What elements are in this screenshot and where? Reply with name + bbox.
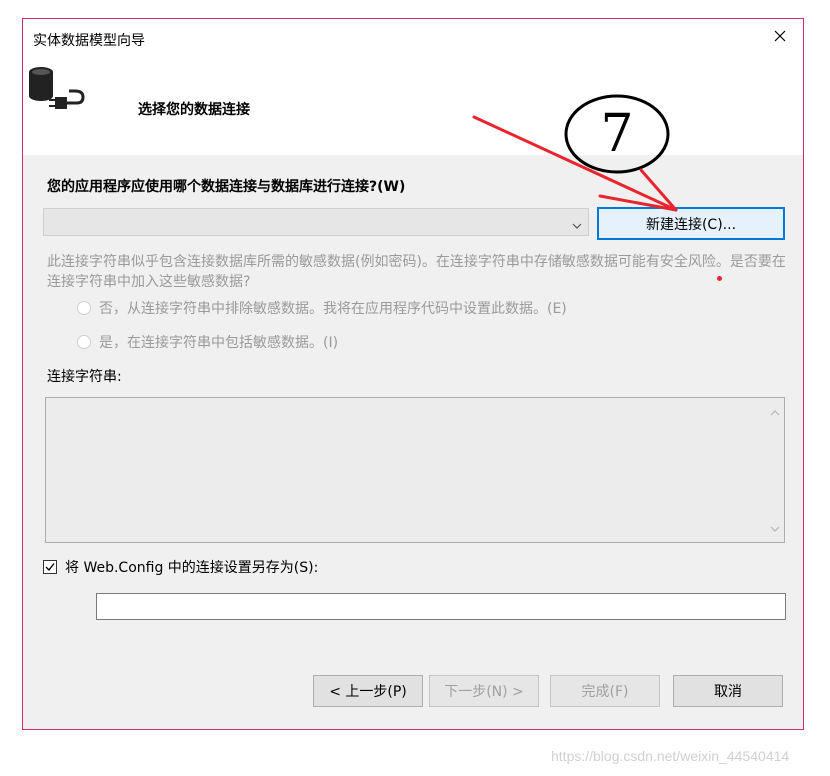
sensitive-data-warning: 此连接字符串似乎包含连接数据库所需的敏感数据(例如密码)。在连接字符串中存储敏感… <box>47 254 786 290</box>
close-button[interactable] <box>757 19 803 57</box>
exclude-sensitive-radio[interactable] <box>77 301 91 315</box>
connection-string-label: 连接字符串: <box>47 369 122 385</box>
annotation-step-circle: 7 <box>563 93 671 175</box>
config-name-input[interactable] <box>96 593 786 620</box>
connection-string-textarea[interactable] <box>45 397 785 543</box>
save-config-row[interactable]: 将 Web.Config 中的连接设置另存为(S): <box>43 557 318 577</box>
checkmark-icon <box>45 563 55 572</box>
finish-button[interactable]: 完成(F) <box>550 675 660 707</box>
connection-select[interactable] <box>43 208 589 236</box>
include-sensitive-label: 是，在连接字符串中包括敏感数据。(I) <box>99 335 339 351</box>
close-icon <box>774 30 786 46</box>
page-title: 选择您的数据连接 <box>138 102 250 118</box>
prev-button[interactable]: < 上一步(P) <box>313 675 423 707</box>
exclude-sensitive-option[interactable]: 否，从连接字符串中排除敏感数据。我将在应用程序代码中设置此数据。(E) <box>77 298 567 318</box>
cancel-button[interactable]: 取消 <box>673 675 783 707</box>
include-sensitive-radio[interactable] <box>77 335 91 349</box>
annotation-dot <box>717 276 722 281</box>
title-bar: 实体数据模型向导 <box>23 19 803 59</box>
next-button[interactable]: 下一步(N) > <box>429 675 539 707</box>
window-title: 实体数据模型向导 <box>33 33 145 49</box>
exclude-sensitive-label: 否，从连接字符串中排除敏感数据。我将在应用程序代码中设置此数据。(E) <box>99 301 567 317</box>
include-sensitive-option[interactable]: 是，在连接字符串中包括敏感数据。(I) <box>77 332 338 352</box>
database-plug-icon <box>25 63 91 117</box>
save-config-label: 将 Web.Config 中的连接设置另存为(S): <box>65 560 319 576</box>
annotation-number: 7 <box>600 104 633 164</box>
save-config-checkbox[interactable] <box>43 560 57 574</box>
scroll-up-icon[interactable] <box>770 404 780 420</box>
scroll-down-icon[interactable] <box>770 520 780 536</box>
new-connection-button[interactable]: 新建连接(C)... <box>597 207 785 240</box>
chevron-down-icon <box>572 217 582 233</box>
watermark: https://blog.csdn.net/weixin_44540414 <box>551 748 790 764</box>
connection-prompt: 您的应用程序应使用哪个数据连接与数据库进行连接?(W) <box>47 179 406 195</box>
wizard-window: 实体数据模型向导 选择您的数据连接 7 您的应用程序应使用哪个数据连接与数据库进… <box>22 18 804 730</box>
wizard-header: 选择您的数据连接 7 <box>23 59 803 174</box>
